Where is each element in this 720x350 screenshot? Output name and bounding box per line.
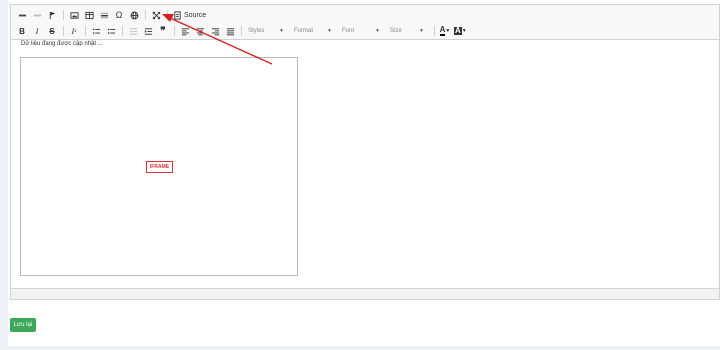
horizontal-line-icon[interactable] xyxy=(97,8,111,22)
remove-format-icon[interactable]: Ix xyxy=(67,24,81,38)
align-justify-icon[interactable] xyxy=(223,24,237,38)
link-icon[interactable] xyxy=(15,8,29,22)
styles-dropdown-label: Styles xyxy=(248,28,265,34)
toolbar-separator xyxy=(434,26,435,36)
source-button-label: Source xyxy=(184,11,207,19)
italic-icon[interactable]: I xyxy=(30,24,44,38)
bulleted-list-icon[interactable] xyxy=(104,24,118,38)
outdent-icon[interactable] xyxy=(126,24,140,38)
format-dropdown-label: Format xyxy=(294,28,314,34)
bold-icon[interactable]: B xyxy=(15,24,29,38)
toolbar-separator xyxy=(241,26,242,36)
text-color-button[interactable]: A ▼ xyxy=(438,24,452,38)
rich-text-editor: Ω Source B I S Ix ❞ Styles ▼ Format ▼ Fo… xyxy=(10,4,720,300)
toolbar-separator xyxy=(145,10,146,20)
chevron-down-icon: ▼ xyxy=(445,28,451,34)
source-document-icon xyxy=(174,10,181,20)
align-right-icon[interactable] xyxy=(208,24,222,38)
toolbar-separator xyxy=(122,26,123,36)
align-left-icon[interactable] xyxy=(178,24,192,38)
toolbar-separator xyxy=(167,10,168,20)
toolbar-separator xyxy=(85,26,86,36)
size-dropdown[interactable]: Size ▼ xyxy=(387,26,427,37)
background-color-label: A xyxy=(454,26,462,35)
strikethrough-icon[interactable]: S xyxy=(45,24,59,38)
source-button[interactable]: Source xyxy=(171,8,208,22)
chevron-down-icon: ▼ xyxy=(375,28,380,34)
table-icon[interactable] xyxy=(82,8,96,22)
iframe-globe-icon[interactable] xyxy=(127,8,141,22)
maximize-icon[interactable] xyxy=(149,8,163,22)
editor-toolbar: Ω Source B I S Ix ❞ Styles ▼ Format ▼ Fo… xyxy=(11,5,719,40)
chevron-down-icon: ▼ xyxy=(327,28,332,34)
unlink-icon[interactable] xyxy=(30,8,44,22)
image-icon[interactable] xyxy=(67,8,81,22)
toolbar-row-2: B I S Ix ❞ Styles ▼ Format ▼ Font ▼ Size… xyxy=(15,24,469,38)
chevron-down-icon: ▼ xyxy=(419,28,424,34)
toolbar-separator xyxy=(174,26,175,36)
align-center-icon[interactable] xyxy=(193,24,207,38)
embedded-iframe-frame[interactable]: IFRAME xyxy=(20,57,298,276)
anchor-flag-icon[interactable] xyxy=(45,8,59,22)
editor-content-area[interactable]: Dữ liệu đang được cập nhật ... IFRAME xyxy=(11,40,719,290)
toolbar-separator xyxy=(63,10,64,20)
loading-message: Dữ liệu đang được cập nhật ... xyxy=(21,41,103,47)
chevron-down-icon: ▼ xyxy=(461,28,467,34)
save-button[interactable]: Lưu lại xyxy=(10,318,36,332)
numbered-list-icon[interactable] xyxy=(89,24,103,38)
background-color-button[interactable]: A ▼ xyxy=(453,24,468,38)
styles-dropdown[interactable]: Styles ▼ xyxy=(245,26,287,37)
size-dropdown-label: Size xyxy=(390,28,402,34)
toolbar-row-1: Ω Source xyxy=(15,8,209,22)
font-dropdown-label: Font xyxy=(342,28,355,34)
iframe-placeholder-label: IFRAME xyxy=(146,161,173,173)
toolbar-separator xyxy=(63,26,64,36)
blockquote-icon[interactable]: ❞ xyxy=(156,24,170,38)
format-dropdown[interactable]: Format ▼ xyxy=(291,26,335,37)
special-char-omega-icon[interactable]: Ω xyxy=(112,8,126,22)
indent-icon[interactable] xyxy=(141,24,155,38)
editor-status-bar xyxy=(11,288,719,299)
chevron-down-icon: ▼ xyxy=(279,28,284,34)
font-dropdown[interactable]: Font ▼ xyxy=(339,26,383,37)
